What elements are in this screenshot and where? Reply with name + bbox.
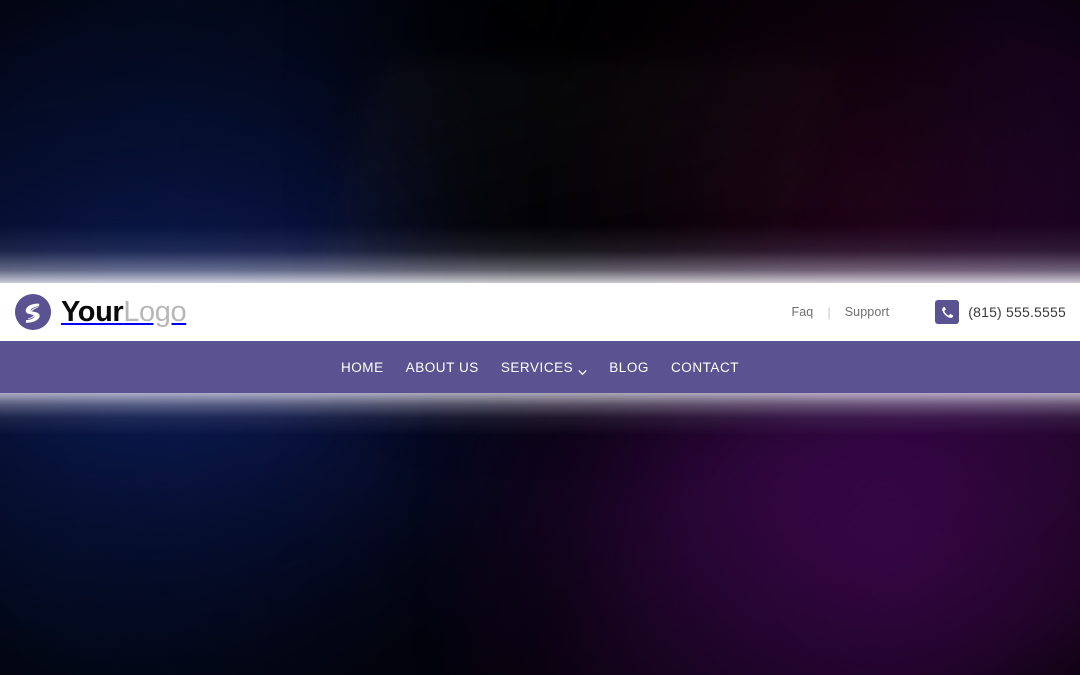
- brand-name-light: Logo: [123, 295, 187, 328]
- main-navigation: HOME ABOUT US SERVICES BLOG CONTACT: [0, 341, 1080, 393]
- nav-label-about-us: ABOUT US: [405, 359, 479, 375]
- nav-item-services[interactable]: SERVICES: [490, 360, 598, 375]
- header-utility-area: Faq | Support (815) 555.5555: [778, 300, 1066, 324]
- header-link-faq[interactable]: Faq: [778, 305, 828, 319]
- chevron-down-icon: [578, 364, 587, 375]
- nav-item-about-us[interactable]: ABOUT US: [395, 360, 490, 375]
- site-header: YourLogo Faq | Support (815) 555.5555: [0, 283, 1080, 341]
- swirl-s-logo-icon: [14, 293, 52, 331]
- nav-label-contact: CONTACT: [670, 359, 740, 375]
- nav-label-blog: BLOG: [609, 359, 649, 375]
- nav-label-home: HOME: [340, 359, 384, 375]
- header-link-support[interactable]: Support: [831, 305, 903, 319]
- page-root: YourLogo Faq | Support (815) 555.5555 HO…: [0, 0, 1080, 675]
- nav-item-contact[interactable]: CONTACT: [660, 360, 750, 375]
- phone-icon: [935, 300, 960, 324]
- brand-name-bold: Your: [61, 295, 124, 328]
- nav-label-services: SERVICES: [500, 359, 574, 375]
- phone-number-text: (815) 555.5555: [968, 304, 1066, 320]
- brand-wordmark: YourLogo: [61, 295, 187, 328]
- brand-logo-link[interactable]: YourLogo: [14, 293, 187, 331]
- nav-item-blog[interactable]: BLOG: [598, 360, 660, 375]
- nav-item-home[interactable]: HOME: [330, 360, 395, 375]
- nav-list: HOME ABOUT US SERVICES BLOG CONTACT: [330, 360, 750, 375]
- header-phone-link[interactable]: (815) 555.5555: [935, 300, 1066, 324]
